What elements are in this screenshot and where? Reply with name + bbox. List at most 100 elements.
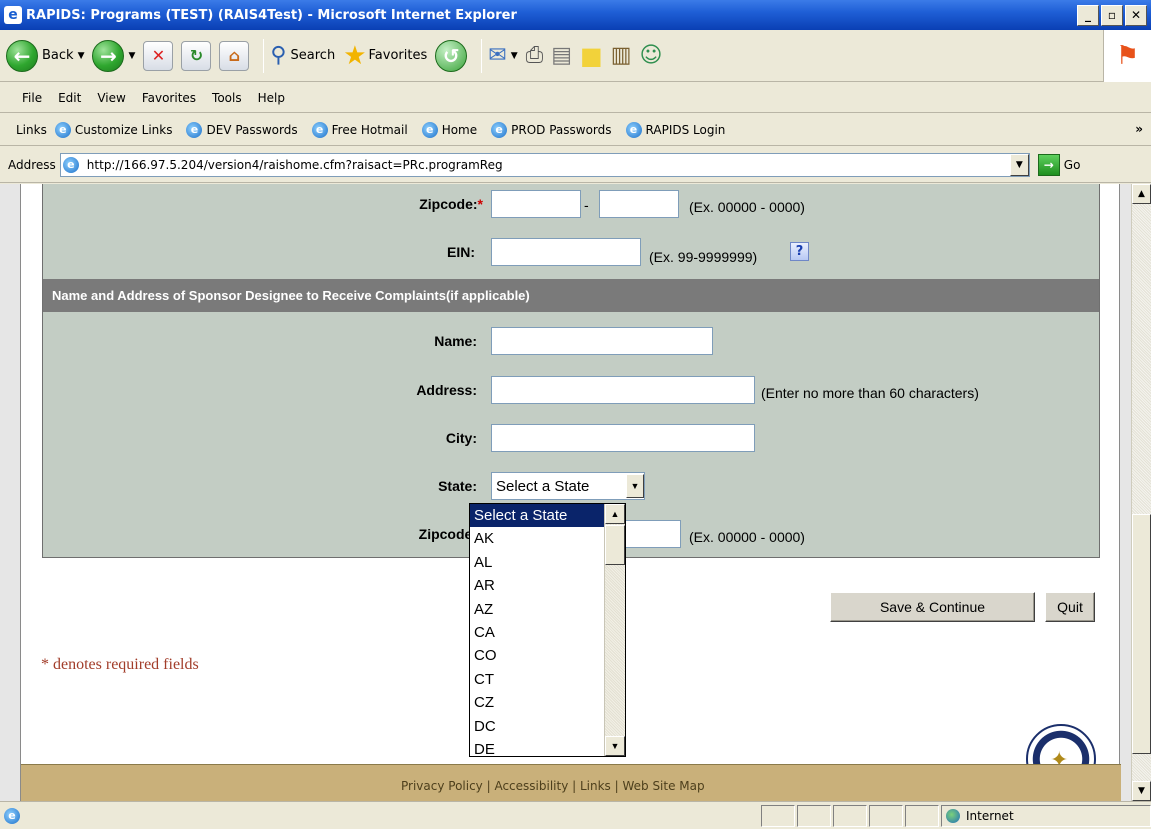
back-arrow-icon: ← xyxy=(6,39,38,72)
scroll-down-icon[interactable]: ▼ xyxy=(605,736,625,756)
forward-dropdown-icon[interactable]: ▼ xyxy=(128,51,135,61)
messenger-button[interactable]: ☺ xyxy=(640,43,663,68)
link-rapids-login[interactable]: e RAPIDS Login xyxy=(625,121,726,138)
name-input[interactable] xyxy=(491,327,713,355)
refresh-button[interactable]: ↻ xyxy=(181,40,212,71)
help-icon[interactable]: ? xyxy=(790,242,809,261)
footer-links[interactable]: Privacy Policy | Accessibility | Links |… xyxy=(401,779,705,793)
status-bar: e Internet xyxy=(0,801,1151,829)
research-button[interactable]: ▥ xyxy=(611,43,632,68)
state-option[interactable]: CZ xyxy=(470,691,625,714)
address-hint: (Enter no more than 60 characters) xyxy=(761,385,979,401)
maximize-button[interactable]: ▫ xyxy=(1101,4,1123,26)
go-arrow-icon: → xyxy=(1037,153,1060,176)
ie-page-icon: e xyxy=(54,121,71,138)
state-option[interactable]: CA xyxy=(470,621,625,644)
state-dropdown-list[interactable]: Select a State AK AL AR AZ CA CO CT CZ D… xyxy=(469,503,626,758)
link-prod-passwords[interactable]: e PROD Passwords xyxy=(491,121,612,138)
page-scrollbar[interactable]: ▲ ▼ xyxy=(1131,184,1151,801)
address-dropdown-icon[interactable]: ▼ xyxy=(1009,153,1029,176)
favorites-label: Favorites xyxy=(368,48,428,63)
window-controls: _ ▫ ✕ xyxy=(1077,4,1147,26)
ie-page-icon: e xyxy=(4,807,20,824)
link-dev-passwords[interactable]: e DEV Passwords xyxy=(186,121,298,138)
search-button[interactable]: ⚲ Search xyxy=(270,43,335,68)
menu-help[interactable]: Help xyxy=(258,91,285,105)
state-option[interactable]: AK xyxy=(470,527,625,550)
zipcode-label-text: Zipcode: xyxy=(419,196,478,212)
link-label: PROD Passwords xyxy=(511,122,612,137)
dropdown-scroll-thumb[interactable] xyxy=(605,525,625,565)
quit-button[interactable]: Quit xyxy=(1045,592,1095,622)
back-dropdown-icon[interactable]: ▼ xyxy=(78,51,85,61)
state-selected-value: Select a State xyxy=(496,477,590,495)
links-more-chevron-icon[interactable]: » xyxy=(1135,122,1143,136)
edit-button[interactable]: ▤ xyxy=(551,43,572,68)
close-button[interactable]: ✕ xyxy=(1125,4,1147,26)
refresh-icon: ↻ xyxy=(181,40,212,71)
favorites-star-icon: ★ xyxy=(343,40,367,71)
browser-window: e RAPIDS: Programs (TEST) (RAIS4Test) - … xyxy=(0,0,1151,829)
favorites-button[interactable]: ★ Favorites xyxy=(343,41,427,71)
history-button[interactable]: ↺ xyxy=(435,39,468,72)
name-label: Name: xyxy=(434,333,477,349)
menu-tools[interactable]: Tools xyxy=(212,91,242,105)
zipcode-ext-input[interactable] xyxy=(599,190,679,218)
link-label: RAPIDS Login xyxy=(645,122,726,137)
menu-view[interactable]: View xyxy=(97,91,125,105)
state-option[interactable]: DE xyxy=(470,738,625,761)
home-button[interactable]: ⌂ xyxy=(219,40,250,71)
state-option[interactable]: DC xyxy=(470,715,625,738)
address-input-field[interactable] xyxy=(491,376,755,404)
discuss-button[interactable]: ■ xyxy=(580,42,603,70)
ein-label: EIN: xyxy=(447,244,475,260)
save-continue-button[interactable]: Save & Continue xyxy=(830,592,1035,622)
back-button[interactable]: ← Back ▼ xyxy=(6,39,85,72)
page-viewport: Zipcode:* - (Ex. 00000 - 0000) EIN: (Ex.… xyxy=(0,184,1131,801)
state-option[interactable]: AR xyxy=(470,574,625,597)
state-option[interactable]: Select a State xyxy=(470,504,625,528)
address-input[interactable]: e http://166.97.5.204/version4/raishome.… xyxy=(59,152,1030,177)
state-option[interactable]: AL xyxy=(470,551,625,574)
mail-icon: ✉ xyxy=(488,43,507,68)
windows-logo: ⚑ xyxy=(1103,30,1151,82)
stop-icon: ✕ xyxy=(143,40,174,71)
mail-button[interactable]: ✉ ▼ xyxy=(488,43,517,68)
menu-favorites[interactable]: Favorites xyxy=(142,91,196,105)
windows-flag-icon: ⚑ xyxy=(1115,41,1140,71)
toolbar-separator xyxy=(263,38,265,73)
link-home[interactable]: e Home xyxy=(421,121,477,138)
link-free-hotmail[interactable]: e Free Hotmail xyxy=(311,121,408,138)
go-button[interactable]: → Go xyxy=(1037,153,1080,176)
page-scroll-thumb[interactable] xyxy=(1132,514,1151,754)
links-label: Links xyxy=(16,122,47,137)
menu-file[interactable]: File xyxy=(22,91,42,105)
state-option[interactable]: AZ xyxy=(470,598,625,621)
scroll-down-icon[interactable]: ▼ xyxy=(1132,781,1151,801)
dropdown-scrollbar[interactable]: ▲ ▼ xyxy=(604,504,625,756)
ein-input[interactable] xyxy=(491,238,641,266)
print-button[interactable]: ⎙ xyxy=(526,43,544,68)
ie-page-icon: e xyxy=(311,121,328,138)
address-field-label: Address: xyxy=(416,382,477,398)
zipcode-hint: (Ex. 00000 - 0000) xyxy=(689,199,805,215)
link-customize-links[interactable]: e Customize Links xyxy=(54,121,172,138)
city-input[interactable] xyxy=(491,424,755,452)
scroll-up-icon[interactable]: ▲ xyxy=(1132,184,1151,204)
title-bar: e RAPIDS: Programs (TEST) (RAIS4Test) - … xyxy=(0,0,1151,30)
state-option[interactable]: CT xyxy=(470,668,625,691)
scroll-up-icon[interactable]: ▲ xyxy=(605,504,625,524)
mail-dropdown-icon[interactable]: ▼ xyxy=(511,51,518,61)
print-icon: ⎙ xyxy=(525,43,544,68)
research-books-icon: ▥ xyxy=(610,43,632,68)
menu-edit[interactable]: Edit xyxy=(58,91,81,105)
chevron-down-icon[interactable]: ▼ xyxy=(626,474,644,498)
minimize-button[interactable]: _ xyxy=(1077,4,1099,26)
status-pane xyxy=(761,804,795,827)
stop-button[interactable]: ✕ xyxy=(143,40,174,71)
address-label: Address xyxy=(8,157,56,172)
state-option[interactable]: CO xyxy=(470,644,625,667)
zipcode-input[interactable] xyxy=(491,190,581,218)
forward-button[interactable]: → ▼ xyxy=(92,39,135,72)
state-select[interactable]: Select a State ▼ xyxy=(491,472,645,500)
